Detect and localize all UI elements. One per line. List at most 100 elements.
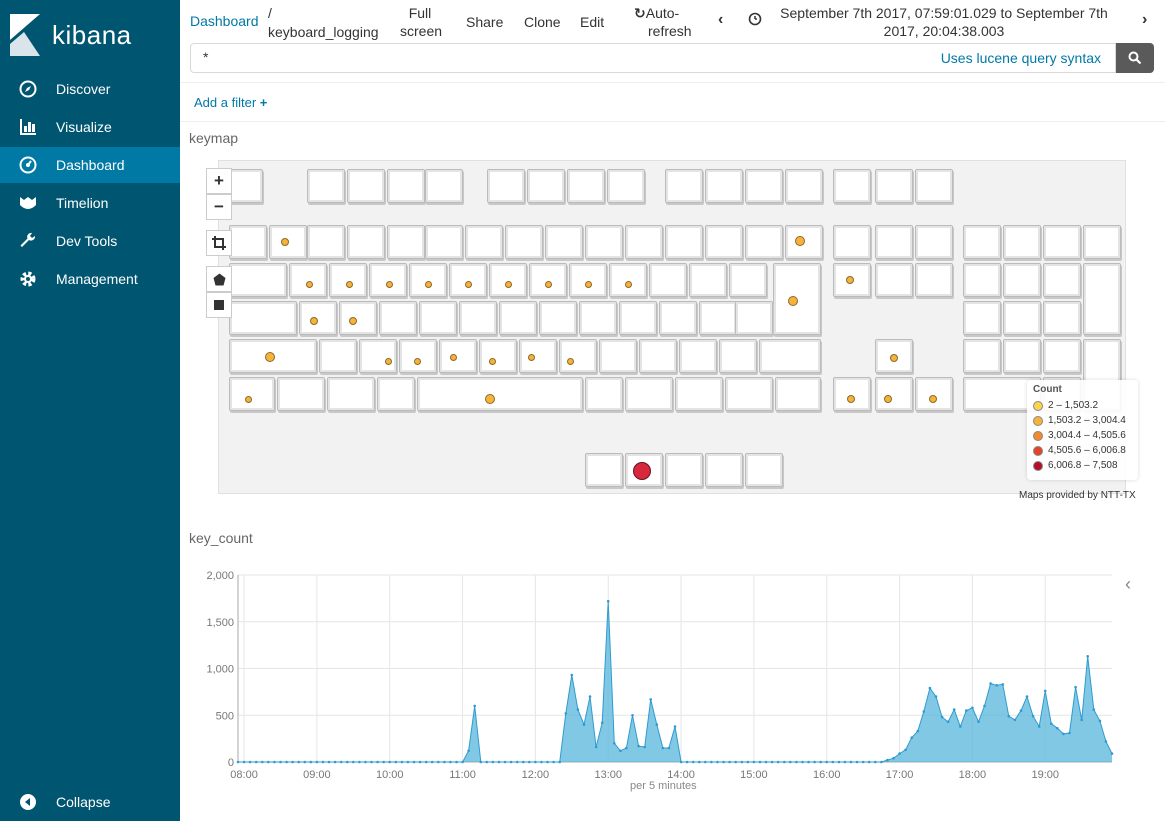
clone-button[interactable]: Clone bbox=[524, 13, 561, 31]
data-point[interactable] bbox=[959, 725, 962, 728]
data-point[interactable] bbox=[261, 760, 264, 764]
heat-marker[interactable] bbox=[788, 296, 798, 306]
data-point[interactable] bbox=[564, 712, 568, 715]
sidebar-item-visualize[interactable]: Visualize bbox=[0, 109, 180, 145]
data-point[interactable] bbox=[558, 760, 561, 764]
heat-marker[interactable] bbox=[544, 280, 552, 288]
data-point[interactable] bbox=[321, 760, 325, 764]
data-point[interactable] bbox=[400, 760, 404, 764]
data-point[interactable] bbox=[242, 760, 246, 764]
data-point[interactable] bbox=[631, 714, 634, 717]
data-point[interactable] bbox=[625, 746, 628, 750]
data-point[interactable] bbox=[1092, 708, 1096, 711]
heat-marker[interactable] bbox=[485, 394, 495, 404]
data-point[interactable] bbox=[685, 760, 689, 764]
heat-marker[interactable] bbox=[929, 395, 937, 403]
data-point[interactable] bbox=[570, 673, 574, 677]
key-count-chart[interactable]: 0 500 1,000 1,500 2,000 08:00 09:00 10:00 11:00 1… bbox=[190, 560, 1120, 800]
data-point[interactable] bbox=[352, 760, 355, 764]
data-point[interactable] bbox=[546, 760, 549, 764]
data-point[interactable] bbox=[424, 760, 428, 764]
heat-marker[interactable] bbox=[488, 357, 496, 365]
collapse-button[interactable]: Collapse bbox=[0, 784, 180, 820]
data-point[interactable] bbox=[473, 704, 477, 708]
data-point[interactable] bbox=[825, 760, 828, 764]
data-point[interactable] bbox=[588, 695, 592, 698]
heat-marker[interactable] bbox=[349, 317, 357, 325]
data-point[interactable] bbox=[479, 760, 483, 764]
data-point[interactable] bbox=[722, 760, 725, 764]
data-point[interactable] bbox=[1019, 709, 1023, 712]
data-point[interactable] bbox=[1104, 740, 1108, 743]
data-point[interactable] bbox=[837, 760, 841, 764]
data-point[interactable] bbox=[855, 760, 859, 764]
data-point[interactable] bbox=[509, 760, 513, 764]
crop-tool-button[interactable] bbox=[206, 230, 232, 256]
data-point[interactable] bbox=[752, 760, 756, 764]
heat-marker[interactable] bbox=[566, 357, 574, 365]
data-point[interactable] bbox=[679, 760, 683, 764]
data-point[interactable] bbox=[467, 749, 470, 753]
data-point[interactable] bbox=[704, 760, 707, 764]
data-point[interactable] bbox=[394, 760, 398, 764]
data-point[interactable] bbox=[831, 760, 835, 764]
data-point[interactable] bbox=[1074, 685, 1077, 689]
data-point[interactable] bbox=[315, 760, 319, 764]
data-point[interactable] bbox=[370, 760, 373, 764]
heat-marker-max[interactable] bbox=[633, 462, 651, 480]
data-point[interactable] bbox=[1025, 695, 1029, 698]
data-point[interactable] bbox=[606, 599, 610, 603]
data-point[interactable] bbox=[843, 760, 847, 764]
data-point[interactable] bbox=[728, 760, 731, 764]
data-point[interactable] bbox=[886, 758, 889, 762]
heat-marker[interactable] bbox=[449, 353, 457, 361]
data-point[interactable] bbox=[977, 720, 980, 724]
data-point[interactable] bbox=[254, 760, 258, 764]
data-point[interactable] bbox=[673, 725, 677, 728]
heat-marker[interactable] bbox=[504, 280, 512, 288]
data-point[interactable] bbox=[412, 760, 416, 764]
data-point[interactable] bbox=[716, 760, 719, 764]
data-point[interactable] bbox=[807, 760, 810, 764]
heat-marker[interactable] bbox=[345, 280, 353, 288]
data-point[interactable] bbox=[497, 760, 501, 764]
heat-marker[interactable] bbox=[424, 280, 432, 288]
data-point[interactable] bbox=[382, 760, 385, 764]
data-point[interactable] bbox=[776, 760, 780, 764]
data-point[interactable] bbox=[758, 760, 762, 764]
kibana-logo[interactable]: kibana bbox=[10, 14, 132, 56]
data-point[interactable] bbox=[455, 760, 458, 764]
data-point[interactable] bbox=[764, 760, 768, 764]
data-point[interactable] bbox=[339, 760, 343, 764]
data-point[interactable] bbox=[813, 760, 816, 764]
heat-marker[interactable] bbox=[310, 317, 318, 325]
data-point[interactable] bbox=[904, 748, 907, 752]
time-back-button[interactable]: ‹ bbox=[718, 11, 723, 29]
time-range-picker[interactable]: September 7th 2017, 07:59:01.029 to Sept… bbox=[772, 4, 1116, 40]
sidebar-item-timelion[interactable]: Timelion bbox=[0, 185, 180, 221]
heat-marker[interactable] bbox=[795, 236, 805, 246]
data-point[interactable] bbox=[965, 709, 968, 712]
data-point[interactable] bbox=[285, 760, 288, 764]
data-point[interactable] bbox=[849, 760, 853, 764]
data-point[interactable] bbox=[1037, 725, 1041, 728]
rectangle-tool-button[interactable] bbox=[206, 292, 232, 318]
data-point[interactable] bbox=[655, 723, 659, 726]
data-point[interactable] bbox=[528, 760, 531, 764]
data-point[interactable] bbox=[1013, 718, 1017, 722]
data-point[interactable] bbox=[1098, 719, 1102, 723]
data-point[interactable] bbox=[661, 746, 665, 750]
data-point[interactable] bbox=[297, 760, 300, 764]
data-point[interactable] bbox=[995, 684, 998, 687]
heat-marker[interactable] bbox=[624, 280, 632, 288]
heat-marker[interactable] bbox=[527, 353, 535, 361]
data-point[interactable] bbox=[1031, 714, 1035, 718]
data-point[interactable] bbox=[437, 760, 440, 764]
data-point[interactable] bbox=[691, 760, 695, 764]
data-point[interactable] bbox=[795, 760, 798, 764]
data-point[interactable] bbox=[1080, 718, 1083, 722]
data-point[interactable] bbox=[1056, 727, 1059, 730]
data-point[interactable] bbox=[376, 760, 379, 764]
polygon-tool-button[interactable] bbox=[206, 266, 232, 292]
data-point[interactable] bbox=[734, 760, 737, 764]
